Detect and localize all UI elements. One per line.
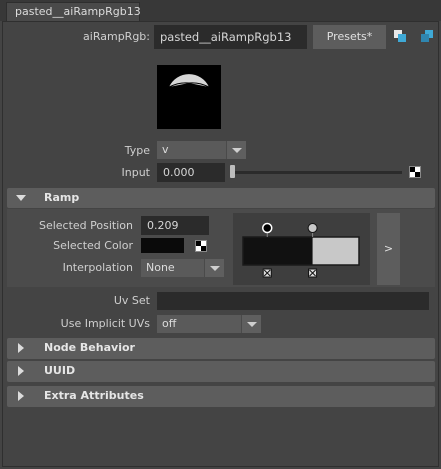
selected-color-label: Selected Color	[53, 239, 133, 252]
delete-stop-icon[interactable]	[262, 268, 272, 278]
ramp-graph[interactable]	[233, 213, 370, 285]
section-title: Node Behavior	[44, 341, 135, 354]
ramp-color-segment[interactable]	[243, 237, 313, 265]
node-name-field[interactable]: pasted__aiRampRgb13	[154, 25, 307, 49]
input-field[interactable]: 0.000	[157, 163, 225, 182]
interpolation-dropdown[interactable]: None	[141, 259, 204, 277]
section-node-behavior[interactable]: Node Behavior	[7, 338, 435, 359]
ramp-section-header[interactable]: Ramp	[7, 188, 435, 208]
uv-set-field[interactable]	[157, 292, 429, 310]
chevron-down-icon[interactable]	[204, 259, 224, 277]
ramp-section-title: Ramp	[44, 191, 80, 204]
use-implicit-uvs-dropdown[interactable]: off	[157, 315, 241, 333]
collapsed-icon	[18, 366, 24, 376]
section-uuid[interactable]: UUID	[7, 361, 435, 382]
section-title: UUID	[44, 364, 76, 377]
ramp-stop-handle[interactable]	[307, 223, 318, 233]
chevron-down-icon[interactable]	[241, 315, 261, 333]
chevron-down-icon[interactable]	[226, 141, 246, 159]
type-dropdown[interactable]: v	[157, 141, 226, 159]
tab-bar: pasted__aiRampRgb13	[0, 0, 441, 21]
expanded-icon	[16, 195, 26, 201]
section-title: Extra Attributes	[44, 389, 144, 402]
section-extra-attributes[interactable]: Extra Attributes	[7, 386, 435, 407]
interpolation-label: Interpolation	[62, 261, 133, 274]
ramp-stop-handle[interactable]	[261, 222, 273, 234]
selected-position-label: Selected Position	[38, 219, 133, 232]
input-slider-handle[interactable]	[230, 165, 235, 178]
swatch-preview	[157, 65, 221, 129]
color-map-icon[interactable]	[195, 240, 207, 252]
show-right-icon[interactable]	[420, 29, 434, 43]
input-slider-track[interactable]	[232, 171, 402, 174]
uv-set-label: Uv Set	[113, 294, 150, 307]
input-label: Input	[121, 166, 150, 179]
selected-color-swatch[interactable]	[141, 238, 184, 253]
node-type-label: aiRampRgb:	[83, 30, 150, 43]
delete-stop-icon[interactable]	[308, 268, 318, 278]
show-left-icon[interactable]	[393, 29, 407, 43]
selected-position-field[interactable]: 0.209	[141, 216, 209, 235]
ramp-color-segment[interactable]	[312, 237, 359, 265]
collapsed-icon	[18, 391, 24, 401]
type-label: Type	[124, 144, 150, 157]
collapsed-icon	[18, 343, 24, 353]
use-implicit-uvs-label: Use Implicit UVs	[60, 317, 150, 330]
tab-node[interactable]: pasted__aiRampRgb13	[6, 2, 141, 21]
presets-button[interactable]: Presets*	[313, 25, 386, 49]
map-button-icon[interactable]	[409, 166, 421, 178]
ramp-expand-button[interactable]: >	[377, 213, 400, 285]
